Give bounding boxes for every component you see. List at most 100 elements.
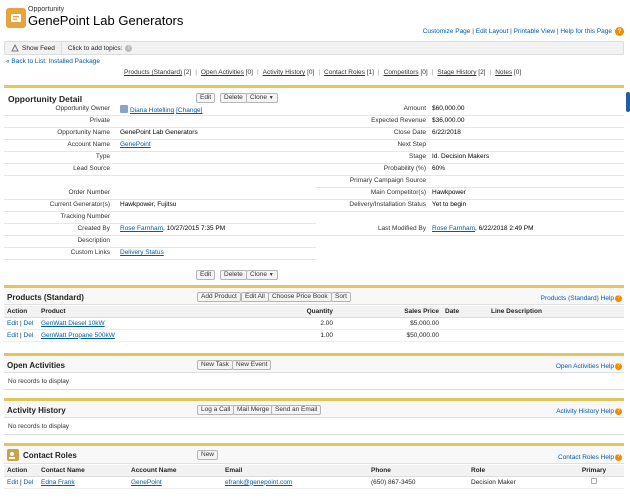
contact-roles-icon (7, 449, 19, 461)
mail-merge-button[interactable]: Mail Merge (233, 405, 274, 415)
empty-row: No records to display (4, 373, 624, 390)
products-help-link[interactable]: Products (Standard) Help (541, 295, 614, 302)
product-link[interactable]: GenWatt Propane 500kW (41, 332, 115, 339)
change-owner-link[interactable]: [Change] (176, 107, 202, 114)
add-topics[interactable]: Click to add topics: i (62, 44, 133, 52)
column-header: Date (442, 306, 488, 318)
field-label-stage: Stage (409, 153, 426, 160)
field-label-tracking-number: Tracking Number (60, 213, 110, 220)
delete-button-bottom[interactable]: Delete (220, 270, 247, 280)
products-table: Action Product Quantity Sales Price Date… (4, 306, 624, 342)
related-link-notes[interactable]: Notes [0] (495, 69, 521, 76)
line-description-cell (488, 329, 624, 342)
field-value-main-competitor-s: Hawkpower (432, 189, 466, 196)
new-event-button[interactable]: New Event (232, 360, 272, 370)
field-value-probability: 60% (432, 165, 445, 172)
top-links: Customize Page | Edit Layout | Printable… (422, 28, 612, 35)
clone-button[interactable]: Clone ▼ (246, 93, 278, 103)
contact-roles-section-header: Contact Roles New Contact Roles Help ? (4, 443, 624, 464)
field-value-custom-links: Delivery Status (120, 249, 164, 256)
activity-history-help-link[interactable]: Activity History Help (556, 408, 614, 415)
edit-button-bottom[interactable]: Edit (196, 270, 216, 280)
help-icon: ? (615, 295, 622, 302)
column-header: Role (468, 465, 564, 477)
field-value-account-name: GenePoint (120, 141, 151, 148)
related-link-activity-history[interactable]: Activity History [0] (263, 69, 315, 76)
edit-layout-link[interactable]: Edit Layout (476, 28, 509, 35)
field-value-current-generator-s: Hawkpower, Fujitsu (120, 201, 176, 208)
product-link[interactable]: GenWatt Diesel 10kW (41, 320, 105, 327)
show-feed-button[interactable]: Show Feed (5, 42, 62, 54)
quantity-cell: 2.00 (258, 317, 336, 330)
field-value-opportunity-owner: Diana Hotelling [Change] (120, 105, 202, 114)
activity-history-section-header: Activity History Log a Call Mail Merge S… (4, 398, 624, 418)
open-activities-help-link[interactable]: Open Activities Help (556, 363, 614, 370)
email-link[interactable]: efrank@genepoint.com (225, 479, 292, 486)
field-value-text[interactable]: Rose Farnham (120, 225, 163, 232)
role-cell: Decision Maker (468, 476, 564, 489)
products-title: Products (Standard) (7, 293, 84, 302)
related-link-competitors[interactable]: Competitors [0] (384, 69, 428, 76)
field-label-lead-source: Lead Source (73, 165, 110, 172)
related-link-open-activities[interactable]: Open Activities [0] (201, 69, 253, 76)
delete-link[interactable]: Del (24, 479, 34, 486)
column-header: Email (222, 465, 368, 477)
field-label-description: Description (77, 237, 110, 244)
field-value-last-modified-by: Rose Farnham, 6/22/2018 2:49 PM (432, 225, 534, 232)
field-value-text[interactable]: GenePoint (120, 141, 151, 148)
help-icon[interactable]: ? (615, 27, 624, 36)
delete-link[interactable]: Del (24, 332, 34, 339)
help-page-link[interactable]: Help for this Page (560, 28, 612, 35)
field-divider (316, 115, 624, 116)
table-row: Edit | Del Edna Frank GenePoint efrank@g… (4, 476, 624, 489)
edit-link[interactable]: Edit (7, 320, 18, 327)
scrollbar-thumb[interactable] (626, 92, 630, 112)
contact-roles-help-link[interactable]: Contact Roles Help (558, 454, 614, 461)
customize-page-link[interactable]: Customize Page (423, 28, 471, 35)
delete-button[interactable]: Delete (220, 93, 247, 103)
primary-checkbox (591, 478, 597, 484)
edit-button[interactable]: Edit (196, 93, 216, 103)
clone-button-bottom[interactable]: Clone ▼ (246, 270, 278, 280)
back-to-list-link[interactable]: « Back to List: Installed Package (6, 58, 100, 65)
field-label-custom-links: Custom Links (70, 249, 110, 256)
account-name-link[interactable]: GenePoint (131, 479, 162, 486)
related-link-products[interactable]: Products (Standard) [2] (124, 69, 191, 76)
field-value-text[interactable]: Diana Hotelling (130, 107, 174, 114)
send-email-button[interactable]: Send an Email (271, 405, 322, 415)
page-title: GenePoint Lab Generators (28, 13, 184, 28)
delete-link[interactable]: Del (24, 320, 34, 327)
choose-price-book-button[interactable]: Choose Price Book (268, 292, 332, 302)
timestamp-text: , 6/22/2018 2:49 PM (475, 225, 534, 232)
sales-price-cell: $50,000.00 (336, 329, 442, 342)
log-a-call-button[interactable]: Log a Call (197, 405, 235, 415)
table-row: Edit | Del GenWatt Diesel 10kW 2.00 $5,0… (4, 317, 624, 330)
new-task-button[interactable]: New Task (197, 360, 234, 370)
sort-button[interactable]: Sort (331, 292, 351, 302)
new-contact-role-button[interactable]: New (197, 450, 219, 460)
field-divider (316, 163, 624, 164)
field-divider (4, 199, 316, 200)
edit-link[interactable]: Edit (7, 332, 18, 339)
edit-link[interactable]: Edit (7, 479, 18, 486)
field-label-main-competitor-s: Main Competitor(s) (370, 189, 426, 196)
field-label-primary-campaign-source: Primary Campaign Source (349, 177, 426, 184)
field-value-text: 60% (432, 165, 446, 172)
contact-name-link[interactable]: Edna Frank (41, 479, 75, 486)
related-link-stage-history[interactable]: Stage History [2] (437, 69, 485, 76)
field-value-text[interactable]: Delivery Status (120, 249, 164, 256)
field-value-text: Hawkpower, Fujitsu (120, 201, 177, 208)
edit-all-button[interactable]: Edit All (241, 292, 269, 302)
add-product-button[interactable]: Add Product (197, 292, 241, 302)
field-value-text[interactable]: Rose Farnham (432, 225, 475, 232)
field-value-close-date: 6/22/2018 (432, 129, 461, 136)
field-label-opportunity-owner: Opportunity Owner (55, 105, 110, 112)
field-value-text: Hawkpower (432, 189, 466, 196)
related-link-contact-roles[interactable]: Contact Roles [1] (324, 69, 374, 76)
field-divider (4, 247, 316, 248)
field-value-created-by: Rose Farnham, 10/27/2015 7:35 PM (120, 225, 225, 232)
field-value-text: $60,000.00 (432, 105, 465, 112)
phone-cell: (650) 867-3450 (368, 476, 468, 489)
field-divider (4, 223, 316, 224)
printable-view-link[interactable]: Printable View (514, 28, 555, 35)
